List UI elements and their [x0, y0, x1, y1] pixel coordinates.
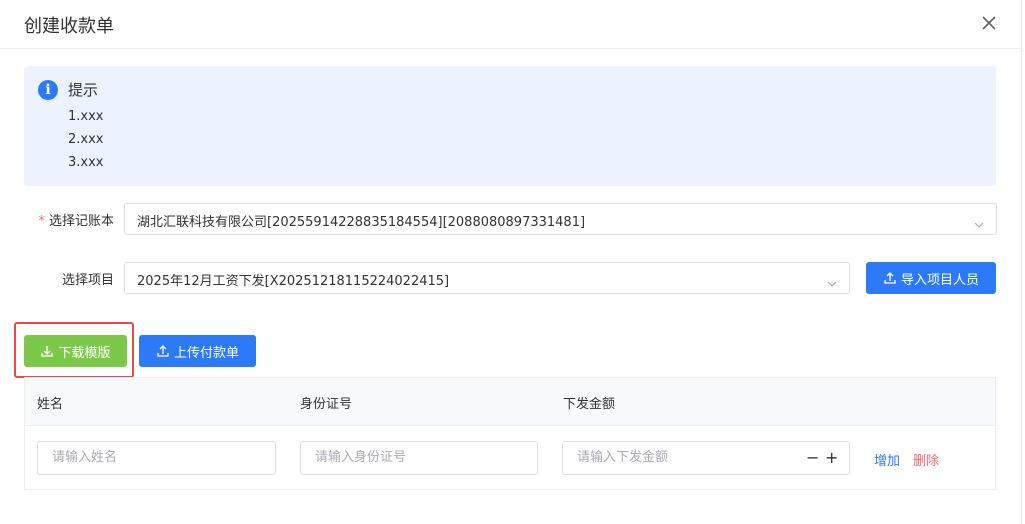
project-value: 2025年12月工资下发[X20251218115224022415]	[137, 274, 450, 289]
download-icon	[40, 344, 54, 358]
ledger-select[interactable]: 湖北汇联科技有限公司[20255914228835184554][2088080…	[124, 203, 997, 235]
upload-payment-button[interactable]: 上传付款单	[139, 335, 256, 367]
column-id-header: 身份证号	[300, 397, 353, 412]
info-icon: i	[38, 80, 58, 100]
amount-stepper[interactable]: − +	[562, 441, 850, 475]
tip-line: 3.xxx	[68, 155, 104, 170]
project-select[interactable]: 2025年12月工资下发[X20251218115224022415]	[124, 262, 850, 294]
project-label: 选择项目	[61, 273, 114, 288]
ledger-value: 湖北汇联科技有限公司[20255914228835184554][2088080…	[137, 215, 586, 230]
column-name-header: 姓名	[37, 397, 64, 412]
download-template-button[interactable]: 下载模版	[24, 335, 127, 367]
upload-icon	[883, 271, 897, 285]
add-row-link[interactable]: 增加	[874, 450, 900, 469]
payee-table: 姓名 身份证号 下发金额 − + 增加 删除	[24, 377, 996, 490]
dialog-header: 创建收款单	[0, 0, 1021, 49]
tip-alert: i 提示 1.xxx 2.xxx 3.xxx	[24, 66, 996, 186]
increase-button[interactable]: +	[825, 450, 838, 466]
tip-title: 提示	[68, 81, 99, 99]
close-icon[interactable]	[980, 14, 998, 32]
column-amount-header: 下发金额	[563, 397, 616, 412]
id-number-field[interactable]	[313, 449, 506, 466]
amount-field[interactable]	[575, 449, 799, 466]
delete-row-link[interactable]: 删除	[913, 450, 939, 469]
create-receipt-dialog: 创建收款单 i 提示 1.xxx 2.xxx 3.xxx * 选择记账本 湖北汇联…	[0, 0, 1022, 524]
dialog-title: 创建收款单	[24, 16, 114, 37]
import-staff-label: 导入项目人员	[900, 272, 979, 288]
ledger-label: * 选择记账本	[30, 210, 114, 229]
name-field[interactable]	[50, 449, 244, 466]
decrease-button[interactable]: −	[806, 450, 819, 466]
ledger-label-text: 选择记账本	[48, 214, 114, 229]
table-header: 姓名 身份证号 下发金额	[25, 378, 995, 426]
name-input[interactable]	[37, 441, 276, 475]
required-mark: *	[38, 214, 45, 229]
chevron-down-icon	[974, 215, 984, 228]
import-staff-button[interactable]: 导入项目人员	[866, 262, 996, 294]
tip-line: 2.xxx	[68, 132, 104, 147]
tip-line: 1.xxx	[68, 109, 104, 124]
chevron-down-icon	[827, 274, 837, 287]
upload-icon	[156, 344, 170, 358]
download-template-label: 下载模版	[58, 345, 111, 361]
id-number-input[interactable]	[300, 441, 538, 475]
upload-payment-label: 上传付款单	[173, 345, 239, 361]
